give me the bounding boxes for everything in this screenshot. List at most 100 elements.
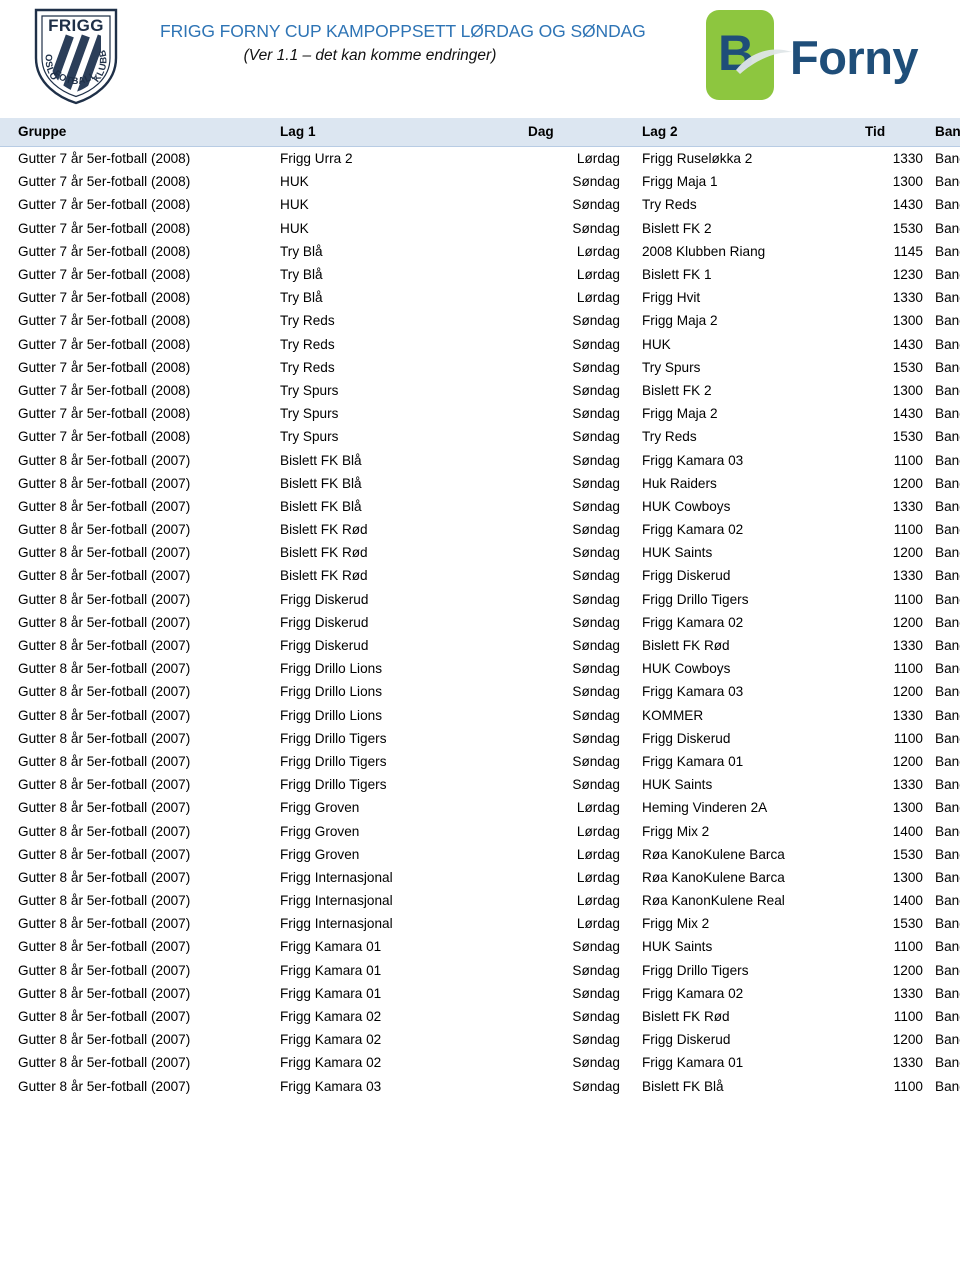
table-header-row: Gruppe Lag 1 Dag Lag 2 Tid Bane <box>0 118 960 147</box>
cell-tid: 1300 <box>892 869 923 885</box>
cell-tid: 1330 <box>892 638 923 654</box>
cell-gruppe: Gutter 8 år 5er-fotball (2007) <box>18 638 191 654</box>
cell-bane: Bane1 <box>935 290 960 306</box>
cell-lag1: Bislett FK Blå <box>280 498 362 514</box>
cell-bane: Bane4 <box>935 220 960 236</box>
cell-tid: 1100 <box>893 1078 923 1094</box>
cell-tid: 1400 <box>892 823 923 839</box>
cell-lag2: Røa KanonKulene Real <box>642 893 785 909</box>
cell-tid: 1430 <box>892 197 923 213</box>
page-title: FRIGG FORNY CUP KAMPOPPSETT LØRDAG OG SØ… <box>160 21 646 41</box>
cell-dag: Lørdag <box>576 823 620 839</box>
cell-lag1: Frigg Groven <box>280 800 360 816</box>
column-header-gruppe[interactable]: Gruppe <box>0 118 280 147</box>
cell-gruppe: Gutter 7 år 5er-fotball (2008) <box>18 406 191 422</box>
table-row: Gutter 8 år 5er-fotball (2007) Frigg Dril… <box>0 657 960 680</box>
cell-lag1: Frigg Diskerud <box>280 614 369 630</box>
title-block: FRIGG FORNY CUP KAMPOPPSETT LØRDAG OG SØ… <box>160 18 646 68</box>
cell-dag: Lørdag <box>576 916 620 932</box>
column-header-dag[interactable]: Dag <box>528 118 620 147</box>
cell-gruppe: Gutter 8 år 5er-fotball (2007) <box>18 1032 191 1048</box>
cell-bane: Bane4 <box>935 1078 960 1094</box>
cell-lag2: Frigg Drillo Tigers <box>642 591 749 607</box>
cell-lag1: Frigg Drillo Tigers <box>280 777 387 793</box>
cell-bane: Bane1 <box>935 522 960 538</box>
cell-dag: Søndag <box>572 614 620 630</box>
table-row: Gutter 8 år 5er-fotball (2007) Bislett FK… <box>0 518 960 541</box>
cell-gruppe: Gutter 8 år 5er-fotball (2007) <box>18 846 191 862</box>
cell-gruppe: Gutter 7 år 5er-fotball (2008) <box>18 151 191 167</box>
cell-lag1: HUK <box>280 197 309 213</box>
cell-bane: Bane3 <box>935 846 960 862</box>
cell-lag1: Frigg Groven <box>280 846 360 862</box>
cell-bane: Bane4 <box>935 382 960 398</box>
cell-lag2: Røa KanoKulene Barca <box>642 869 785 885</box>
cell-tid: 1330 <box>892 290 923 306</box>
cell-bane: Bane6 <box>935 707 960 723</box>
column-header-lag1[interactable]: Lag 1 <box>280 118 528 147</box>
column-header-tid[interactable]: Tid <box>865 118 923 147</box>
table-row: Gutter 8 år 5er-fotball (2007) Frigg Disk… <box>0 588 960 611</box>
cell-tid: 1330 <box>892 498 923 514</box>
cell-bane: Bane3 <box>935 591 960 607</box>
table-row: Gutter 7 år 5er-fotball (2008) Try Reds Sø… <box>0 333 960 356</box>
cell-lag1: Frigg Drillo Lions <box>280 707 382 723</box>
cell-lag2: KOMMER <box>642 707 704 723</box>
cell-tid: 1200 <box>892 962 923 978</box>
table-row: Gutter 7 år 5er-fotball (2008) Try Spurs S… <box>0 379 960 402</box>
cell-lag1: Try Spurs <box>280 382 339 398</box>
cell-dag: Søndag <box>572 359 620 375</box>
cell-bane: Bane3 <box>935 777 960 793</box>
table-row: Gutter 8 år 5er-fotball (2007) Frigg Kama… <box>0 1051 960 1074</box>
cell-bane: Bane5 <box>935 498 960 514</box>
cell-dag: Søndag <box>572 336 620 352</box>
table-row: Gutter 8 år 5er-fotball (2007) Bislett FK… <box>0 495 960 518</box>
table-row: Gutter 8 år 5er-fotball (2007) Frigg Kama… <box>0 935 960 958</box>
cell-dag: Søndag <box>572 707 620 723</box>
cell-tid: 1100 <box>893 730 923 746</box>
cell-lag2: Frigg Ruseløkka 2 <box>642 151 753 167</box>
cell-bane: Bane2 <box>935 1055 960 1071</box>
cell-bane: Bane5 <box>935 197 960 213</box>
cell-lag1: Frigg Kamara 02 <box>280 1055 382 1071</box>
cell-lag2: Frigg Kamara 01 <box>642 1055 744 1071</box>
column-header-bane[interactable]: Bane <box>923 118 960 147</box>
table-row: Gutter 8 år 5er-fotball (2007) Frigg Kama… <box>0 1075 960 1098</box>
cell-lag2: HUK Cowboys <box>642 661 731 677</box>
cell-lag2: Try Reds <box>642 429 697 445</box>
cell-lag2: Frigg Mix 2 <box>642 823 710 839</box>
table-row: Gutter 8 år 5er-fotball (2007) Frigg Dril… <box>0 680 960 703</box>
cell-tid: 1330 <box>892 1055 923 1071</box>
cell-bane: Bane2 <box>935 893 960 909</box>
cell-lag2: 2008 Klubben Riang <box>642 243 766 259</box>
cell-lag2: HUK Cowboys <box>642 498 731 514</box>
cell-lag2: HUK Saints <box>642 777 713 793</box>
cell-tid: 1330 <box>892 777 923 793</box>
cell-gruppe: Gutter 8 år 5er-fotball (2007) <box>18 475 191 491</box>
cell-bane: Bane2 <box>935 962 960 978</box>
cell-lag2: Frigg Maja 1 <box>642 174 718 190</box>
table-row: Gutter 7 år 5er-fotball (2008) HUK Søndag B… <box>0 217 960 240</box>
cell-lag2: Frigg Drillo Tigers <box>642 962 749 978</box>
cell-bane: Bane4 <box>935 151 960 167</box>
cell-lag2: HUK Saints <box>642 545 713 561</box>
cell-gruppe: Gutter 7 år 5er-fotball (2008) <box>18 220 191 236</box>
cell-dag: Søndag <box>572 638 620 654</box>
cell-gruppe: Gutter 7 år 5er-fotball (2008) <box>18 267 191 283</box>
cell-lag1: Frigg Diskerud <box>280 591 369 607</box>
cell-tid: 1100 <box>893 661 923 677</box>
column-header-lag2[interactable]: Lag 2 <box>620 118 865 147</box>
cell-gruppe: Gutter 8 år 5er-fotball (2007) <box>18 707 191 723</box>
cell-tid: 1300 <box>892 174 923 190</box>
cell-lag2: HUK <box>642 336 671 352</box>
cell-lag1: Frigg Kamara 01 <box>280 962 382 978</box>
cell-lag1: Try Blå <box>280 290 323 306</box>
cell-tid: 1330 <box>892 151 923 167</box>
cell-dag: Søndag <box>572 661 620 677</box>
cell-bane: Bane3 <box>935 614 960 630</box>
cell-gruppe: Gutter 8 år 5er-fotball (2007) <box>18 730 191 746</box>
cell-dag: Lørdag <box>576 290 620 306</box>
cell-lag2: Bislett FK Blå <box>642 1078 724 1094</box>
cell-lag2: Frigg Maja 2 <box>642 313 718 329</box>
cell-dag: Søndag <box>572 313 620 329</box>
